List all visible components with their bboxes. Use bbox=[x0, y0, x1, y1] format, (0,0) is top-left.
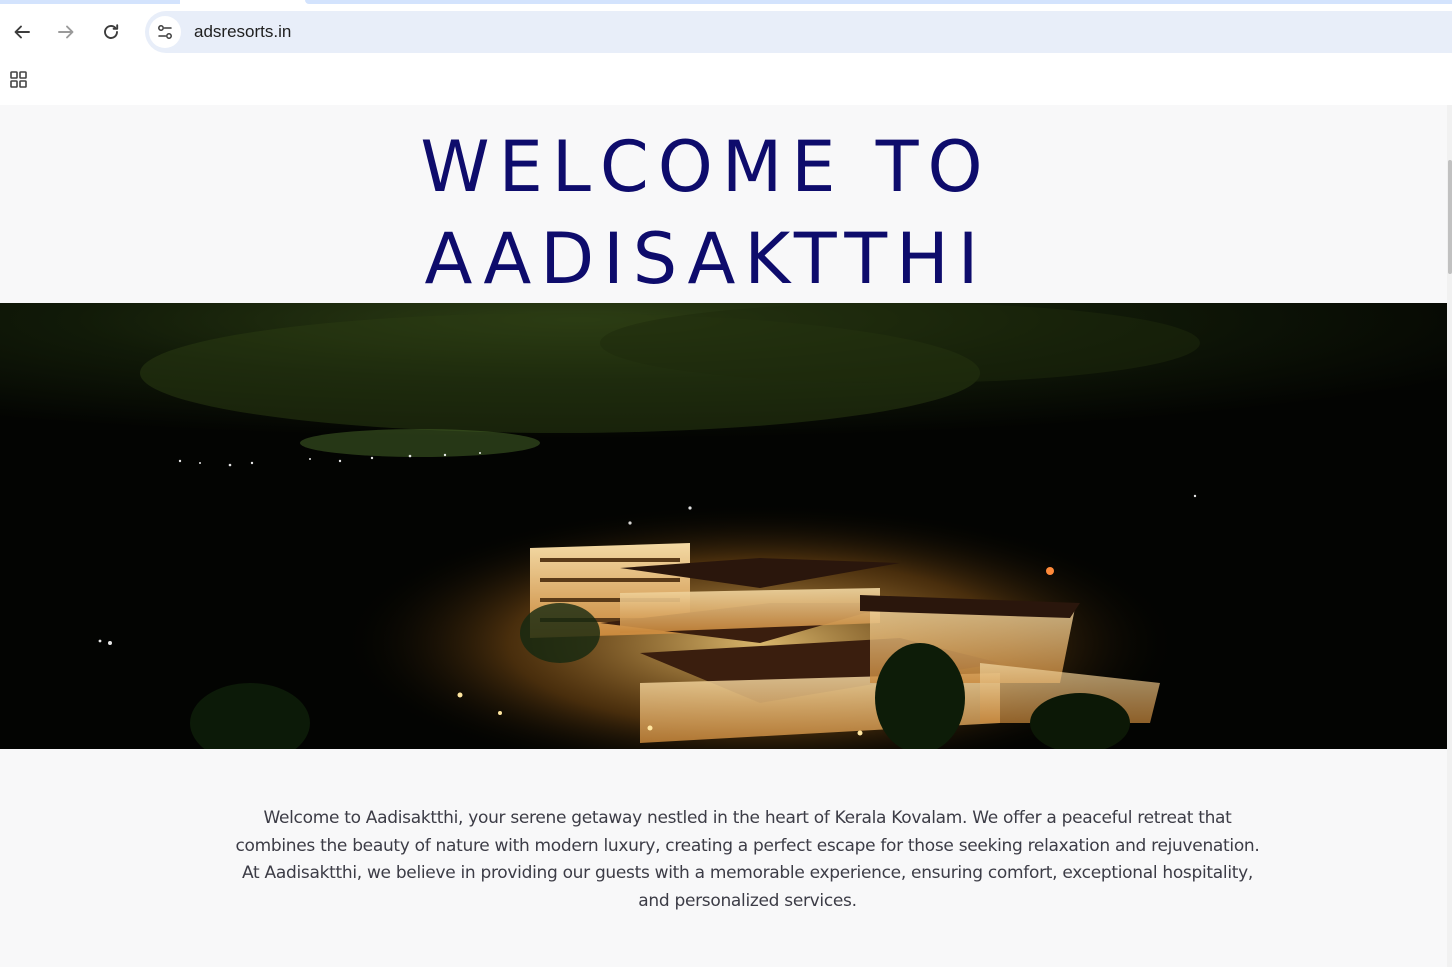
hero-title-line1: WELCOME TO bbox=[420, 126, 992, 208]
back-button[interactable] bbox=[4, 14, 40, 50]
bookmarks-bar bbox=[0, 62, 1452, 105]
apps-button[interactable] bbox=[8, 69, 30, 91]
scrollbar-thumb[interactable] bbox=[1448, 160, 1452, 274]
reload-icon bbox=[104, 24, 119, 39]
intro-paragraph: Welcome to Aadisaktthi, your serene geta… bbox=[235, 808, 1260, 911]
hero-image bbox=[0, 303, 1447, 749]
hero-title-line2: AADISAKTTHI bbox=[424, 218, 988, 300]
address-bar[interactable]: adsresorts.in bbox=[145, 11, 1452, 53]
apps-grid-icon bbox=[10, 71, 27, 88]
page-content: WELCOME TO AADISAKTTHI Welcome to Aadisa… bbox=[0, 105, 1447, 967]
reload-button[interactable] bbox=[93, 14, 129, 50]
arrow-right-icon bbox=[58, 25, 74, 39]
page-scrollbar[interactable] bbox=[1447, 105, 1452, 967]
url-text[interactable]: adsresorts.in bbox=[194, 22, 291, 42]
browser-toolbar: adsresorts.in bbox=[0, 4, 1452, 62]
arrow-left-icon bbox=[14, 25, 30, 39]
tune-icon bbox=[158, 25, 172, 39]
resort-night-photo bbox=[0, 303, 1447, 749]
site-info-button[interactable] bbox=[149, 16, 181, 48]
forward-button[interactable] bbox=[48, 14, 84, 50]
